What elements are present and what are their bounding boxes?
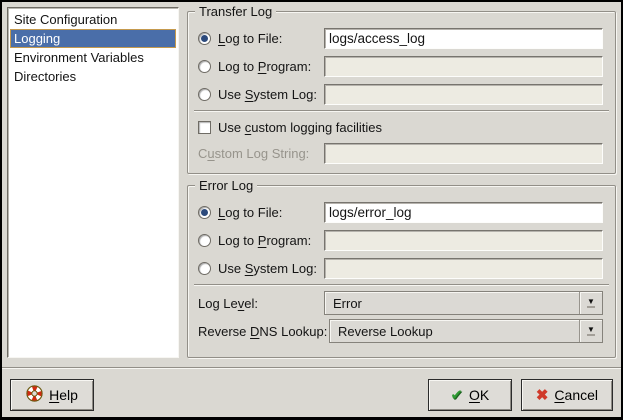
reverse-dns-dropdown-button[interactable]: ▼ — [579, 320, 602, 342]
use-custom-logging-label: Use custom logging facilities — [218, 120, 382, 135]
ok-button-label: OK — [469, 387, 489, 403]
sidebar-item-site-configuration[interactable]: Site Configuration — [10, 10, 176, 29]
httpd-logging-dialog: Site Configuration Logging Environment V… — [0, 0, 623, 420]
custom-log-string-label: Custom Log String: — [198, 146, 324, 161]
transfer-log-to-file-radio-label[interactable]: Log to File: — [198, 31, 324, 46]
cancel-button-label: Cancel — [554, 387, 598, 403]
transfer-log-to-program-label: Log to Program: — [218, 59, 311, 74]
help-lifebuoy-icon — [26, 385, 43, 405]
error-log-to-file-label: Log to File: — [218, 205, 282, 220]
log-level-value: Error — [333, 296, 579, 311]
error-log-to-program-radio[interactable] — [198, 234, 211, 247]
chevron-down-icon: ▼ — [587, 326, 595, 333]
error-log-to-file-radio-label[interactable]: Log to File: — [198, 205, 324, 220]
transfer-log-frame-title: Transfer Log — [195, 4, 276, 19]
error-system-log-input[interactable] — [324, 258, 603, 279]
sidebar-list: Site Configuration Logging Environment V… — [7, 7, 179, 358]
log-level-dropdown-button[interactable]: ▼ — [579, 292, 602, 314]
transfer-use-system-log-radio-label[interactable]: Use System Log: — [198, 87, 324, 102]
reverse-dns-label: Reverse DNS Lookup: — [198, 324, 329, 339]
error-use-system-log-radio[interactable] — [198, 262, 211, 275]
error-log-to-file-radio[interactable] — [198, 206, 211, 219]
log-level-label: Log Level: — [198, 296, 324, 311]
transfer-log-to-file-row: Log to File: — [198, 24, 603, 52]
help-button[interactable]: Help — [10, 379, 94, 411]
transfer-log-program-input[interactable] — [324, 56, 603, 77]
error-log-frame-title: Error Log — [195, 178, 257, 193]
combo-dash-icon — [587, 334, 595, 336]
use-custom-logging-checkbox[interactable] — [198, 121, 211, 134]
transfer-log-to-program-radio-label[interactable]: Log to Program: — [198, 59, 324, 74]
log-level-row: Log Level: Error ▼ — [198, 289, 603, 317]
reverse-dns-dropdown[interactable]: Reverse Lookup ▼ — [329, 319, 603, 343]
custom-log-string-row: Custom Log String: — [198, 139, 603, 167]
error-use-system-log-label: Use System Log: — [218, 261, 317, 276]
sidebar-item-directories[interactable]: Directories — [10, 67, 176, 86]
error-log-to-program-radio-label[interactable]: Log to Program: — [198, 233, 324, 248]
cancel-x-icon: ✖ — [536, 388, 549, 403]
custom-log-string-input — [324, 143, 603, 164]
error-use-system-log-radio-label[interactable]: Use System Log: — [198, 261, 324, 276]
transfer-system-log-input[interactable] — [324, 84, 603, 105]
transfer-log-to-program-radio[interactable] — [198, 60, 211, 73]
error-log-frame: Error Log Log to File: Log to Program: — [187, 185, 616, 358]
error-log-to-program-row: Log to Program: — [198, 226, 603, 254]
use-custom-logging-check-label[interactable]: Use custom logging facilities — [198, 120, 382, 135]
transfer-log-to-file-label: Log to File: — [218, 31, 282, 46]
bottom-separator — [2, 367, 621, 369]
help-button-label: Help — [49, 387, 78, 403]
ok-button[interactable]: ✔ OK — [428, 379, 512, 411]
transfer-log-to-file-radio[interactable] — [198, 32, 211, 45]
error-log-program-input[interactable] — [324, 230, 603, 251]
sidebar-item-environment-variables[interactable]: Environment Variables — [10, 48, 176, 67]
combo-dash-icon — [587, 306, 595, 308]
transfer-log-divider — [194, 110, 609, 112]
button-row: Help ✔ OK ✖ Cancel — [7, 379, 616, 411]
error-log-to-file-row: Log to File: — [198, 198, 603, 226]
ok-checkmark-icon: ✔ — [450, 388, 463, 403]
reverse-dns-row: Reverse DNS Lookup: Reverse Lookup ▼ — [198, 317, 603, 345]
error-log-file-input[interactable] — [324, 202, 603, 223]
transfer-log-frame: Transfer Log Log to File: Log to Program… — [187, 11, 616, 174]
transfer-log-to-program-row: Log to Program: — [198, 52, 603, 80]
error-use-system-log-row: Use System Log: — [198, 254, 603, 282]
error-log-divider — [194, 284, 609, 286]
transfer-log-file-input[interactable] — [324, 28, 603, 49]
transfer-use-system-log-label: Use System Log: — [218, 87, 317, 102]
log-level-dropdown[interactable]: Error ▼ — [324, 291, 603, 315]
transfer-use-system-log-radio[interactable] — [198, 88, 211, 101]
reverse-dns-value: Reverse Lookup — [338, 324, 579, 339]
content-panel: Transfer Log Log to File: Log to Program… — [187, 7, 616, 358]
main-row: Site Configuration Logging Environment V… — [7, 7, 616, 358]
transfer-use-system-log-row: Use System Log: — [198, 80, 603, 108]
cancel-button[interactable]: ✖ Cancel — [521, 379, 613, 411]
sidebar-item-logging[interactable]: Logging — [10, 29, 176, 48]
chevron-down-icon: ▼ — [587, 298, 595, 305]
error-log-to-program-label: Log to Program: — [218, 233, 311, 248]
use-custom-logging-row: Use custom logging facilities — [198, 115, 603, 139]
